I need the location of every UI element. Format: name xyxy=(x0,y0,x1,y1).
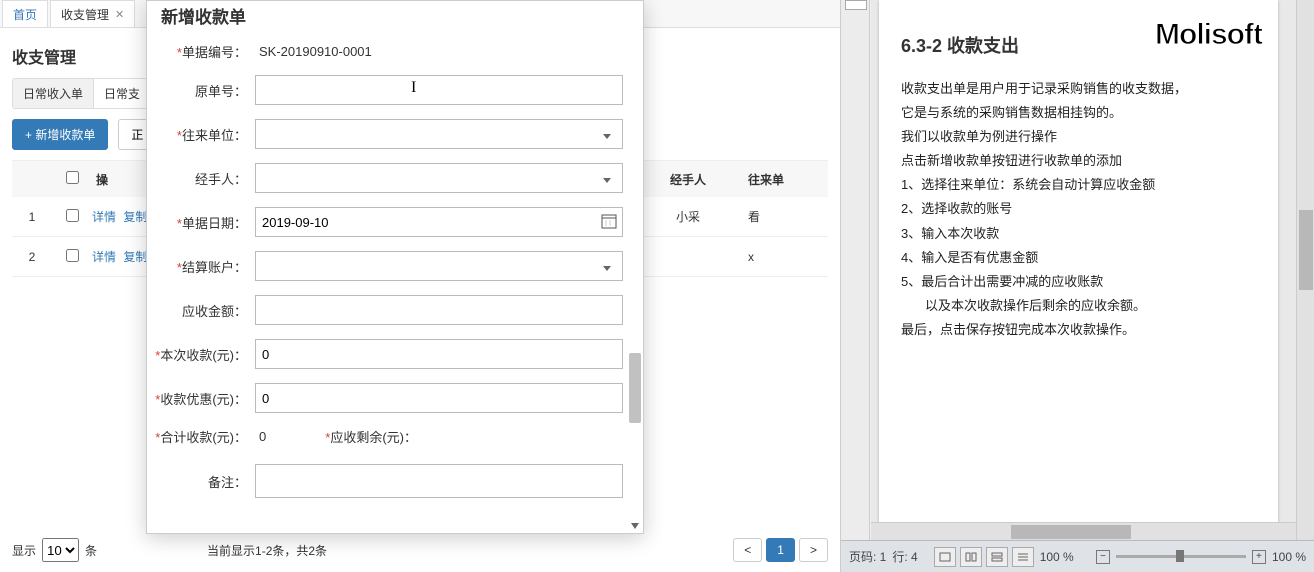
doc-line: 4、输入是否有优惠金额 xyxy=(901,247,1258,269)
view-mode-1-button[interactable] xyxy=(934,547,956,567)
doc-line: 我们以收款单为例进行操作 xyxy=(901,126,1258,148)
doc-line: 最后，点击保存按钮完成本次收款操作。 xyxy=(901,319,1258,341)
add-receipt-modal: 新增收款单 *单据编号： SK-20190910-0001 原单号： I *往来… xyxy=(146,0,644,534)
copy-link[interactable]: 复制 xyxy=(123,250,147,264)
label-remark: 备注： xyxy=(208,475,247,490)
page-size-select[interactable]: 10 xyxy=(42,538,79,562)
add-receipt-button[interactable]: + 新增收款单 xyxy=(12,119,108,150)
page-1-button[interactable]: 1 xyxy=(766,538,795,562)
next-page-button[interactable]: > xyxy=(799,538,828,562)
doc-editor-pane: Molisoft 6.3-2 收款支出 收款支出单是用户用于记录采购销售的收支数… xyxy=(840,0,1314,572)
row-handler: 小采 xyxy=(628,208,748,225)
label-remaining: 应收剩余(元)： xyxy=(330,430,417,445)
label-doc-no: 单据编号： xyxy=(182,45,247,60)
receivable-input[interactable] xyxy=(255,295,623,325)
copy-link[interactable]: 复制 xyxy=(123,210,147,224)
scrollbar-thumb[interactable] xyxy=(1011,525,1131,539)
doc-heading: 6.3-2 收款支出 xyxy=(901,32,1258,58)
tab-income-mgmt[interactable]: 收支管理 ✕ xyxy=(50,0,135,27)
label-doc-date: 单据日期： xyxy=(182,216,247,231)
scrollbar-thumb[interactable] xyxy=(629,353,641,423)
zoom-label-left: 100 % xyxy=(1040,550,1074,564)
zoom-slider-knob[interactable] xyxy=(1176,550,1184,562)
doc-line: 5、最后合计出需要冲减的应收账款 xyxy=(901,271,1258,293)
thumbnail-strip[interactable] xyxy=(841,0,870,540)
handler-select[interactable] xyxy=(255,163,623,193)
label-this-receipt: 本次收款(元)： xyxy=(160,348,247,363)
col-handler: 经手人 xyxy=(628,171,748,188)
doc-area: Molisoft 6.3-2 收款支出 收款支出单是用户用于记录采购销售的收支数… xyxy=(871,0,1314,540)
tab-home[interactable]: 首页 xyxy=(2,0,48,27)
close-icon[interactable]: ✕ xyxy=(115,8,124,21)
label-partner: 往来单位： xyxy=(182,128,247,143)
detail-link[interactable]: 详情 xyxy=(92,250,116,264)
show-unit: 条 xyxy=(85,542,97,559)
doc-line: 2、选择收款的账号 xyxy=(901,198,1258,220)
horizontal-scrollbar[interactable] xyxy=(871,522,1296,540)
row-partner: 看 xyxy=(748,208,828,225)
status-line: 行: 4 xyxy=(892,548,917,565)
doc-line: 1、选择往来单位：系统会自动计算应收金额 xyxy=(901,174,1258,196)
row-partner: х xyxy=(748,250,828,264)
subtabs: 日常收入单 日常支 xyxy=(12,78,152,109)
row-check[interactable] xyxy=(66,209,79,222)
doc-line: 它是与系统的采购销售数据相挂钩的。 xyxy=(901,102,1258,124)
page-thumbnail[interactable] xyxy=(845,0,867,10)
tab-label: 收支管理 xyxy=(61,6,109,23)
partner-select[interactable] xyxy=(255,119,623,149)
pager: < 1 > xyxy=(733,538,828,562)
subtab-daily-expense[interactable]: 日常支 xyxy=(94,79,151,108)
doc-body: 收款支出单是用户用于记录采购销售的收支数据，它是与系统的采购销售数据相挂钩的。我… xyxy=(901,78,1258,341)
show-label: 显示 xyxy=(12,542,36,559)
tab-label: 首页 xyxy=(13,6,37,23)
row-index: 1 xyxy=(12,210,52,224)
doc-line: 收款支出单是用户用于记录采购销售的收支数据， xyxy=(901,78,1258,100)
total-receipt-value: 0 xyxy=(255,429,285,444)
detail-link[interactable]: 详情 xyxy=(92,210,116,224)
label-orig-no: 原单号： xyxy=(195,84,247,99)
status-bar: 页码: 1 行: 4 100 % − + 100 % xyxy=(841,540,1314,572)
chevron-down-icon[interactable] xyxy=(631,523,639,529)
remark-input[interactable] xyxy=(255,464,623,498)
doc-page: Molisoft 6.3-2 收款支出 收款支出单是用户用于记录采购销售的收支数… xyxy=(879,0,1278,530)
view-mode-2-button[interactable] xyxy=(960,547,982,567)
account-select[interactable] xyxy=(255,251,623,281)
status-page: 页码: 1 xyxy=(849,548,886,565)
doc-no-value: SK-20190910-0001 xyxy=(255,44,623,59)
prev-page-button[interactable]: < xyxy=(733,538,762,562)
row-check[interactable] xyxy=(66,249,79,262)
label-discount: 收款优惠(元)： xyxy=(160,392,247,407)
zoom-out-button[interactable]: − xyxy=(1096,550,1110,564)
col-partner: 往来单 xyxy=(748,171,828,188)
doc-date-input[interactable] xyxy=(255,207,623,237)
doc-line: 点击新增收款单按钮进行收款单的添加 xyxy=(901,150,1258,172)
view-mode-3-button[interactable] xyxy=(986,547,1008,567)
subtab-daily-income[interactable]: 日常收入单 xyxy=(13,79,94,108)
modal-title: 新增收款单 xyxy=(155,3,623,42)
label-handler: 经手人： xyxy=(195,172,247,187)
this-receipt-input[interactable] xyxy=(255,339,623,369)
check-all[interactable] xyxy=(66,171,79,184)
zoom-label-right: 100 % xyxy=(1272,550,1306,564)
label-receivable: 应收金额： xyxy=(182,304,247,319)
calendar-icon[interactable] xyxy=(601,213,617,229)
modal-scrollbar[interactable] xyxy=(629,3,641,531)
doc-line: 以及本次收款操作后剩余的应收余额。 xyxy=(901,295,1258,317)
table-footer: 显示 10 条 当前显示1-2条，共2条 < 1 > xyxy=(0,528,840,572)
text-cursor-icon: I xyxy=(411,79,416,97)
label-account: 结算账户： xyxy=(182,260,247,275)
discount-input[interactable] xyxy=(255,383,623,413)
scrollbar-thumb[interactable] xyxy=(1299,210,1313,290)
row-index: 2 xyxy=(12,250,52,264)
vertical-scrollbar[interactable] xyxy=(1296,0,1314,540)
label-total-receipt: 合计收款(元)： xyxy=(160,430,247,445)
doc-line: 3、输入本次收款 xyxy=(901,223,1258,245)
zoom-slider[interactable] xyxy=(1116,555,1246,558)
view-mode-4-button[interactable] xyxy=(1012,547,1034,567)
zoom-in-button[interactable]: + xyxy=(1252,550,1266,564)
orig-no-input[interactable] xyxy=(255,75,623,105)
page-info: 当前显示1-2条，共2条 xyxy=(207,542,733,559)
